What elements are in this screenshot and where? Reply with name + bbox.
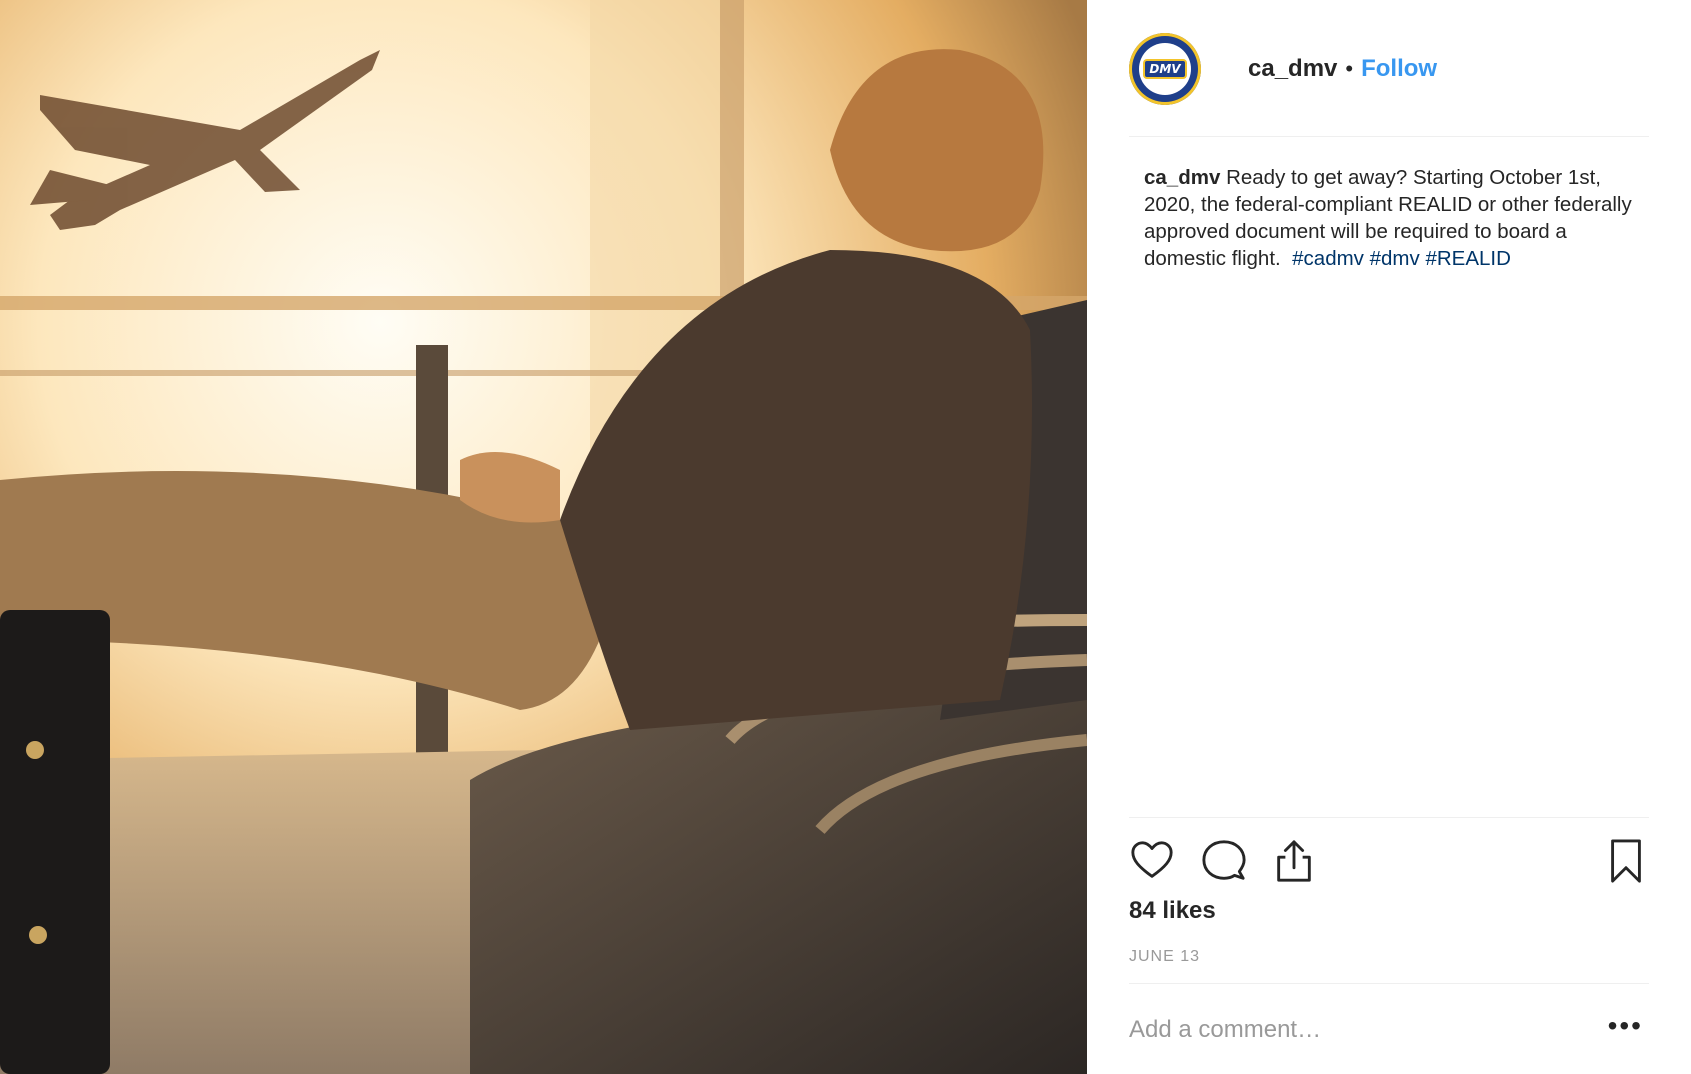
avatar[interactable]: DMV xyxy=(1129,33,1201,105)
post-photo[interactable] xyxy=(0,0,1087,1074)
header-separator: • xyxy=(1345,56,1354,81)
header-divider xyxy=(1129,136,1649,137)
airport-scene-illustration xyxy=(0,0,1087,1074)
comment-divider xyxy=(1129,983,1649,984)
instagram-post: DMV ca_dmv • Follow ca_dmv Ready to get … xyxy=(0,0,1691,1074)
hashtag-dmv[interactable]: #dmv xyxy=(1370,247,1420,270)
like-button[interactable] xyxy=(1129,838,1175,884)
caption-username[interactable]: ca_dmv xyxy=(1144,166,1220,189)
bookmark-icon xyxy=(1611,839,1641,883)
share-button[interactable] xyxy=(1271,838,1317,884)
follow-button[interactable]: Follow xyxy=(1361,55,1437,83)
post-caption: ca_dmv Ready to get away? Starting Octob… xyxy=(1144,164,1649,272)
avatar-logo: DMV xyxy=(1139,43,1191,95)
post-side-panel: DMV ca_dmv • Follow ca_dmv Ready to get … xyxy=(1087,0,1691,1074)
hashtag-cadmv[interactable]: #cadmv xyxy=(1292,247,1364,270)
speech-bubble-icon xyxy=(1202,840,1246,880)
comment-button[interactable] xyxy=(1201,838,1247,884)
share-icon xyxy=(1277,840,1311,882)
save-button[interactable] xyxy=(1603,838,1649,884)
post-header: DMV ca_dmv • Follow xyxy=(1129,30,1649,108)
hashtag-realid[interactable]: #REALID xyxy=(1425,247,1510,270)
actions-divider xyxy=(1129,817,1649,818)
comment-input[interactable] xyxy=(1129,1016,1569,1044)
post-date[interactable]: JUNE 13 xyxy=(1129,948,1200,966)
heart-icon xyxy=(1131,841,1173,878)
more-options-icon[interactable]: ••• xyxy=(1608,1012,1643,1040)
likes-count[interactable]: 84 likes xyxy=(1129,897,1216,925)
dmv-logo-badge: DMV xyxy=(1145,61,1185,77)
comment-box: ••• xyxy=(1129,1010,1649,1050)
header-username[interactable]: ca_dmv xyxy=(1248,55,1337,83)
post-actions xyxy=(1129,838,1649,888)
